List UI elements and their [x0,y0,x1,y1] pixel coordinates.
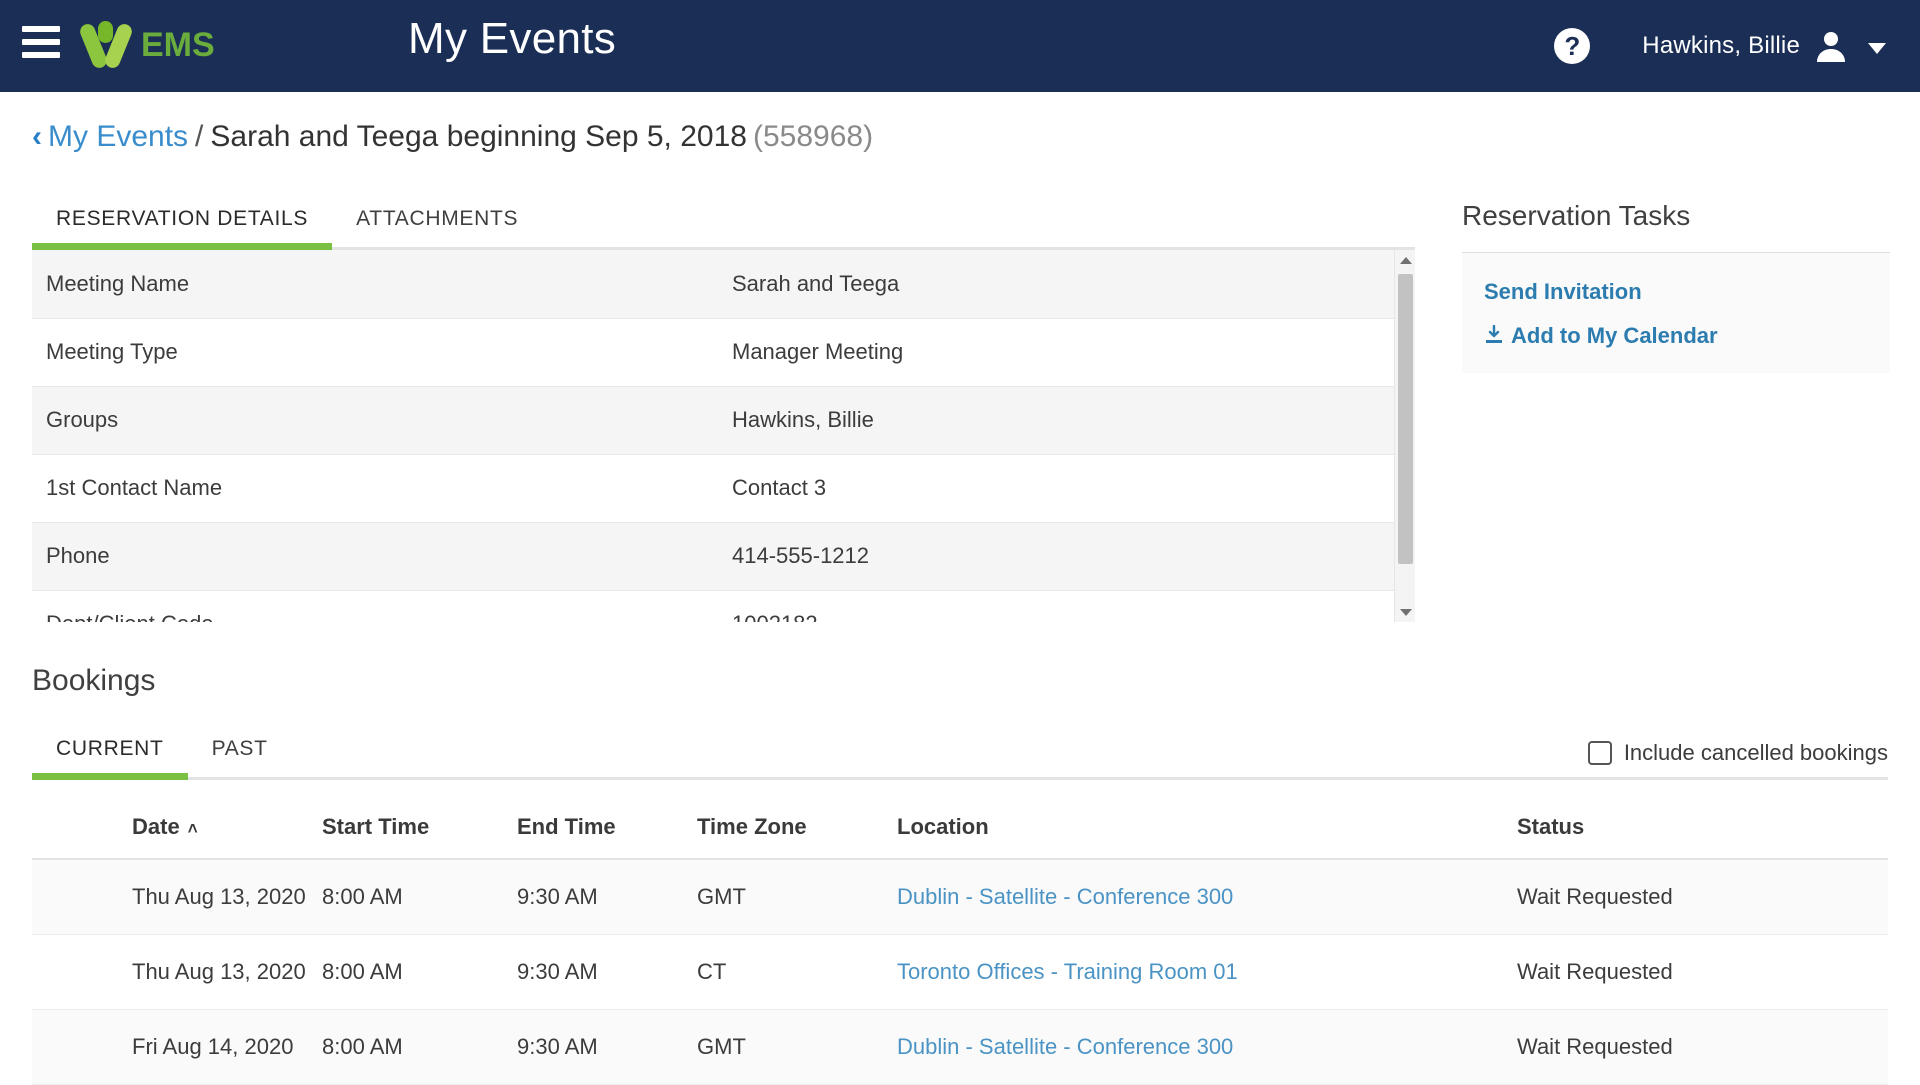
breadcrumb-current: Sarah and Teega beginning Sep 5, 2018 [210,120,747,154]
reservation-tasks-list: Send Invitation Add to My Calendar [1462,252,1890,373]
detail-label: Meeting Name [32,250,722,318]
column-header-start-time[interactable]: Start Time [322,800,517,859]
sort-ascending-icon: ˄ [188,819,198,839]
detail-label: 1st Contact Name [32,454,722,522]
column-header-end-time[interactable]: End Time [517,800,697,859]
hamburger-menu-icon[interactable] [22,26,60,58]
booking-date: Thu Aug 13, 2020 [32,859,322,935]
bookings-title: Bookings [32,664,155,698]
table-row: Groups Hawkins, Billie [32,386,1394,454]
detail-value: 414-555-1212 [722,522,1394,590]
column-header-date[interactable]: Date ˄ [32,800,322,859]
reservation-details-section: RESERVATION DETAILS ATTACHMENTS Meeting … [32,190,1415,622]
checkbox-box[interactable] [1588,741,1612,765]
column-header-status[interactable]: Status [1517,800,1888,859]
detail-value: 1002182 [722,590,1394,622]
ems-logo[interactable]: EMS [78,16,215,74]
breadcrumb-parent-link[interactable]: My Events [48,120,188,154]
table-row: Meeting Name Sarah and Teega [32,250,1394,318]
top-bar-right-group: ? Hawkins, Billie [1554,0,1886,92]
table-row: Thu Aug 13, 2020 8:00 AM 9:30 AM CT Toro… [32,935,1888,1010]
reservation-tasks-title: Reservation Tasks [1462,200,1890,232]
table-row: Meeting Type Manager Meeting [32,318,1394,386]
table-row: Phone 414-555-1212 [32,522,1394,590]
table-row: Dept/Client Code 1002182 [32,590,1394,622]
table-row: Thu Aug 13, 2020 8:00 AM 9:30 AM GMT Dub… [32,859,1888,935]
booking-time-zone: GMT [697,859,897,935]
booking-end-time: 9:30 AM [517,935,697,1010]
booking-location-link[interactable]: Toronto Offices - Training Room 01 [897,959,1238,984]
detail-value: Contact 3 [722,454,1394,522]
detail-label: Meeting Type [32,318,722,386]
reservation-details-panel: Meeting Name Sarah and Teega Meeting Typ… [32,250,1415,622]
add-to-my-calendar-link[interactable]: Add to My Calendar [1484,323,1868,349]
download-icon [1484,325,1504,345]
booking-location: Dublin - Satellite - Conference 300 [897,1010,1517,1085]
column-header-location[interactable]: Location [897,800,1517,859]
scroll-down-arrow-icon[interactable] [1395,602,1415,622]
booking-time-zone: GMT [697,1010,897,1085]
page-title: My Events [408,14,616,64]
column-header-date-label: Date [132,814,180,839]
booking-location: Toronto Offices - Training Room 01 [897,935,1517,1010]
tab-current[interactable]: CURRENT [32,737,188,777]
left-edge-spacer [0,92,4,1080]
reservation-details-table: Meeting Name Sarah and Teega Meeting Typ… [32,250,1394,622]
scroll-up-arrow-icon[interactable] [1395,250,1415,270]
back-chevron-icon[interactable]: ‹ [32,120,42,154]
details-scrollbar[interactable] [1394,250,1415,622]
detail-value: Hawkins, Billie [722,386,1394,454]
user-name-label[interactable]: Hawkins, Billie [1642,32,1800,60]
help-icon[interactable]: ? [1554,28,1590,64]
bookings-table: Date ˄ Start Time End Time Time Zone Loca… [32,800,1888,1085]
column-header-time-zone[interactable]: Time Zone [697,800,897,859]
table-row: 1st Contact Name Contact 3 [32,454,1394,522]
booking-location: Dublin - Satellite - Conference 300 [897,859,1517,935]
detail-value: Manager Meeting [722,318,1394,386]
send-invitation-link[interactable]: Send Invitation [1484,279,1868,305]
top-navigation-bar: EMS My Events ? Hawkins, Billie [0,0,1920,92]
chevron-down-icon[interactable] [1868,43,1886,54]
tab-past[interactable]: PAST [188,737,292,777]
booking-time-zone: CT [697,935,897,1010]
include-cancelled-bookings-label: Include cancelled bookings [1624,740,1888,766]
reservation-id: (558968) [753,120,873,154]
avatar[interactable] [1814,29,1848,63]
include-cancelled-bookings-checkbox[interactable]: Include cancelled bookings [1588,740,1888,766]
detail-value: Sarah and Teega [722,250,1394,318]
scrollbar-thumb[interactable] [1398,274,1413,564]
detail-label: Dept/Client Code [32,590,722,622]
booking-start-time: 8:00 AM [322,859,517,935]
tab-attachments[interactable]: ATTACHMENTS [332,207,542,247]
tab-reservation-details[interactable]: RESERVATION DETAILS [32,207,332,247]
booking-status: Wait Requested [1517,859,1888,935]
breadcrumb: ‹ My Events / Sarah and Teega beginning … [32,120,873,154]
bookings-table-header-row: Date ˄ Start Time End Time Time Zone Loca… [32,800,1888,859]
booking-date: Fri Aug 14, 2020 [32,1010,322,1085]
booking-location-link[interactable]: Dublin - Satellite - Conference 300 [897,1034,1233,1059]
add-to-my-calendar-label: Add to My Calendar [1511,323,1718,348]
booking-start-time: 8:00 AM [322,1010,517,1085]
booking-start-time: 8:00 AM [322,935,517,1010]
booking-status: Wait Requested [1517,935,1888,1010]
breadcrumb-separator: / [195,120,203,154]
table-row: Fri Aug 14, 2020 8:00 AM 9:30 AM GMT Dub… [32,1010,1888,1085]
booking-date: Thu Aug 13, 2020 [32,935,322,1010]
detail-label: Groups [32,386,722,454]
booking-end-time: 9:30 AM [517,1010,697,1085]
detail-tabs: RESERVATION DETAILS ATTACHMENTS [32,190,1415,250]
booking-status: Wait Requested [1517,1010,1888,1085]
ems-logo-text: EMS [141,26,215,65]
booking-location-link[interactable]: Dublin - Satellite - Conference 300 [897,884,1233,909]
ems-logo-icon [78,17,134,73]
booking-end-time: 9:30 AM [517,859,697,935]
reservation-tasks-panel: Reservation Tasks Send Invitation Add to… [1462,200,1890,373]
detail-label: Phone [32,522,722,590]
